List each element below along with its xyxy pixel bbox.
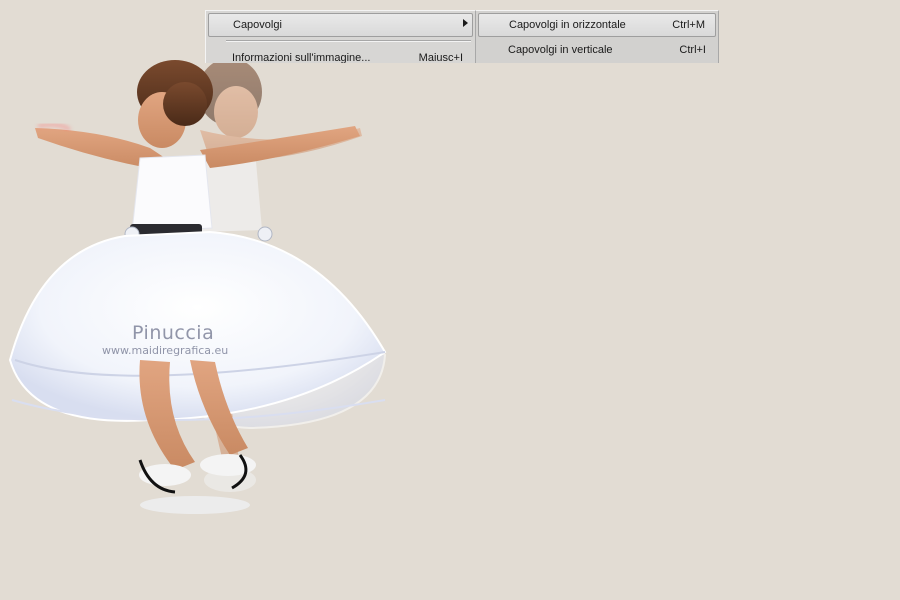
submenu-item-flip-horizontal-shortcut: Ctrl+M xyxy=(672,19,705,31)
watermark-title: Pinuccia xyxy=(132,322,215,344)
menu-item-image-info[interactable]: Informazioni sull'immagine... Maiusc+I xyxy=(208,47,473,63)
submenu-item-flip-horizontal-label: Capovolgi in orizzontale xyxy=(509,19,626,31)
flip-submenu: Capovolgi in orizzontale Ctrl+M Capovolg… xyxy=(476,10,719,63)
submenu-item-flip-horizontal[interactable]: Capovolgi in orizzontale Ctrl+M xyxy=(478,13,716,37)
submenu-item-flip-vertical[interactable]: Capovolgi in verticale Ctrl+I xyxy=(478,39,716,63)
menu-item-flip[interactable]: Capovolgi xyxy=(208,13,473,37)
watermark-url: www.maidiregrafica.eu xyxy=(102,344,229,357)
submenu-item-flip-vertical-shortcut: Ctrl+I xyxy=(679,44,706,56)
submenu-item-flip-vertical-label: Capovolgi in verticale xyxy=(508,44,613,56)
canvas-image xyxy=(8,58,387,514)
context-menu: Capovolgi Informazioni sull'immagine... … xyxy=(205,10,476,63)
menu-separator xyxy=(226,40,471,42)
submenu-arrow-icon xyxy=(463,19,468,27)
menu-item-flip-label: Capovolgi xyxy=(233,19,282,31)
menu-item-image-info-shortcut: Maiusc+I xyxy=(418,52,463,63)
menu-item-image-info-label: Informazioni sull'immagine... xyxy=(232,52,371,63)
primary-figure xyxy=(8,60,387,514)
